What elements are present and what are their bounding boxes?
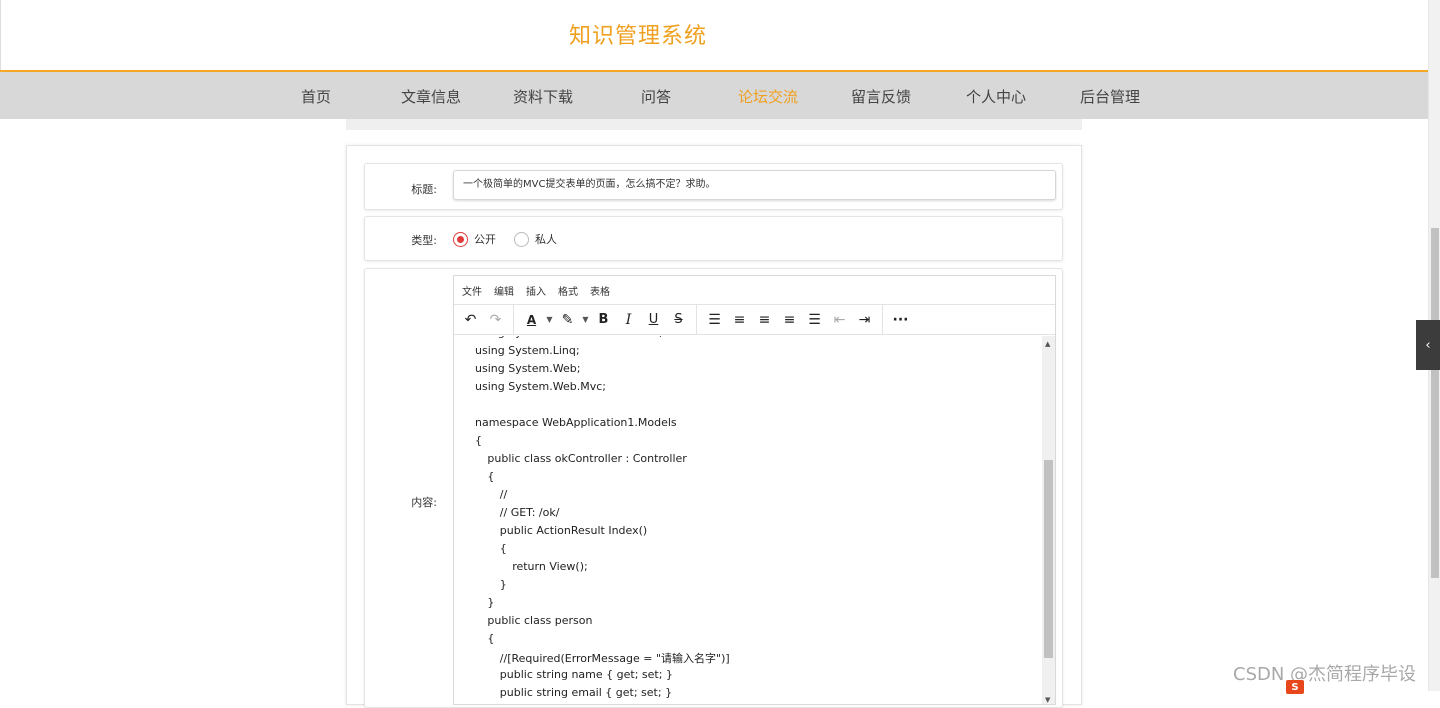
editor-line: public string email { get; set; } (499, 686, 673, 699)
title-label: 标题: (411, 183, 437, 196)
editor-line: using System.Web.Mvc; (475, 380, 606, 393)
editor-line: using System.Linq; (475, 344, 580, 357)
undo-icon[interactable]: ↶ (458, 309, 483, 331)
editor-line: //[Required(ErrorMessage = "请输入名字")] (499, 652, 730, 665)
editor-line: public string name { get; set; } (499, 668, 673, 681)
editor-scroll-thumb[interactable] (1044, 460, 1053, 658)
editor-line: return View(); (512, 560, 588, 573)
type-radio-public-label: 公开 (474, 233, 496, 246)
italic-icon[interactable]: I (616, 309, 641, 331)
nav-item-downloads[interactable]: 资料下载 (513, 86, 573, 107)
editor-line: { (475, 434, 482, 447)
indent-icon[interactable]: ⇥ (852, 309, 877, 331)
type-radio-private[interactable]: 私人 (514, 231, 557, 247)
align-right-icon[interactable]: ≡ (777, 309, 802, 331)
editor-line: { (487, 470, 495, 483)
radio-checked-icon (453, 231, 468, 247)
site-header: 知识管理系统 (0, 0, 1428, 70)
editor-line: public ActionResult Index() (499, 524, 648, 537)
type-row: 类型: 公开 私人 (364, 216, 1063, 261)
system-tray: S (1286, 680, 1304, 694)
nav-item-forum[interactable]: 论坛交流 (738, 86, 798, 107)
editor-scrollbar[interactable]: ▲ ▼ (1042, 336, 1055, 704)
strikethrough-icon[interactable]: S (666, 309, 691, 331)
chevron-down-icon[interactable]: ▼ (580, 309, 591, 331)
nav-item-articles[interactable]: 文章信息 (401, 86, 461, 107)
nav-item-home[interactable]: 首页 (301, 86, 331, 107)
redo-icon[interactable]: ↷ (483, 309, 508, 331)
page-scroll-thumb[interactable] (1431, 228, 1439, 578)
nav-item-admin[interactable]: 后台管理 (1080, 86, 1140, 107)
more-icon[interactable]: ··· (888, 309, 913, 331)
main-nav: 首页 文章信息 资料下载 问答 论坛交流 留言反馈 个人中心 后台管理 (0, 72, 1428, 119)
highlight-icon[interactable]: ✎ (555, 309, 580, 331)
editor-line: namespace WebApplication1.Models (475, 416, 677, 429)
editor-line: { (499, 542, 507, 555)
type-label: 类型: (411, 234, 437, 247)
editor-line: public class okController : Controller (487, 452, 687, 465)
menu-insert[interactable]: 插入 (526, 283, 546, 298)
menu-format[interactable]: 格式 (558, 283, 578, 298)
scroll-down-icon[interactable]: ▼ (1045, 696, 1050, 704)
align-center-icon[interactable]: ≡ (752, 309, 777, 331)
type-radio-private-label: 私人 (535, 233, 557, 246)
type-radio-public[interactable]: 公开 (453, 231, 496, 247)
editor-content[interactable]: using System.Collections.Generic; using S… (454, 336, 1042, 704)
outdent-icon[interactable]: ⇤ (827, 309, 852, 331)
text-color-icon[interactable]: A (519, 309, 544, 331)
editor-line: } (499, 578, 507, 591)
bold-icon[interactable]: B (591, 309, 616, 331)
title-row: 标题: 一个极简单的MVC提交表单的页面，怎么搞不定？求助。 (364, 163, 1063, 210)
editor-line: using System.Collections.Generic; (475, 336, 663, 339)
sogou-ime-icon[interactable]: S (1286, 680, 1304, 694)
editor-line: { (487, 632, 495, 645)
nav-item-profile[interactable]: 个人中心 (966, 86, 1026, 107)
menu-table[interactable]: 表格 (590, 283, 610, 298)
side-panel-toggle[interactable]: ‹ (1416, 320, 1440, 370)
underline-icon[interactable]: U (641, 309, 666, 331)
editor-line: using System.Web; (475, 362, 581, 375)
rich-text-editor: 文件 编辑 插入 格式 表格 ↶ ↷ A ▼ ✎ ▼ B I U S ☰ ≡ ≡… (453, 275, 1056, 705)
editor-line: } (487, 596, 495, 609)
menu-file[interactable]: 文件 (462, 283, 482, 298)
editor-line: // (499, 488, 508, 501)
csdn-watermark: CSDN @杰简程序毕设 (1233, 664, 1417, 685)
nav-item-qa[interactable]: 问答 (641, 86, 671, 107)
title-input[interactable]: 一个极简单的MVC提交表单的页面，怎么搞不定？求助。 (453, 170, 1056, 200)
chevron-left-icon: ‹ (1425, 337, 1431, 353)
editor-toolbar: ↶ ↷ A ▼ ✎ ▼ B I U S ☰ ≡ ≡ ≡ ☰ ⇤ ⇥ ··· (454, 304, 1055, 335)
editor-menubar: 文件 编辑 插入 格式 表格 (454, 276, 1055, 305)
content-row: 内容: 文件 编辑 插入 格式 表格 ↶ ↷ A ▼ ✎ ▼ B I U S ☰… (364, 268, 1063, 708)
align-left-icon[interactable]: ≡ (727, 309, 752, 331)
scroll-up-icon[interactable]: ▲ (1045, 340, 1050, 348)
nav-item-feedback[interactable]: 留言反馈 (851, 86, 911, 107)
editor-line: public class person (487, 614, 593, 627)
radio-unchecked-icon (514, 231, 529, 247)
editor-line: // GET: /ok/ (499, 506, 560, 519)
line-height-icon[interactable]: ☰ (702, 309, 727, 331)
site-title: 知识管理系统 (569, 24, 708, 49)
breadcrumb-strip (346, 119, 1082, 130)
chevron-down-icon[interactable]: ▼ (544, 309, 555, 331)
align-justify-icon[interactable]: ☰ (802, 309, 827, 331)
content-label: 内容: (411, 496, 437, 509)
menu-edit[interactable]: 编辑 (494, 283, 514, 298)
